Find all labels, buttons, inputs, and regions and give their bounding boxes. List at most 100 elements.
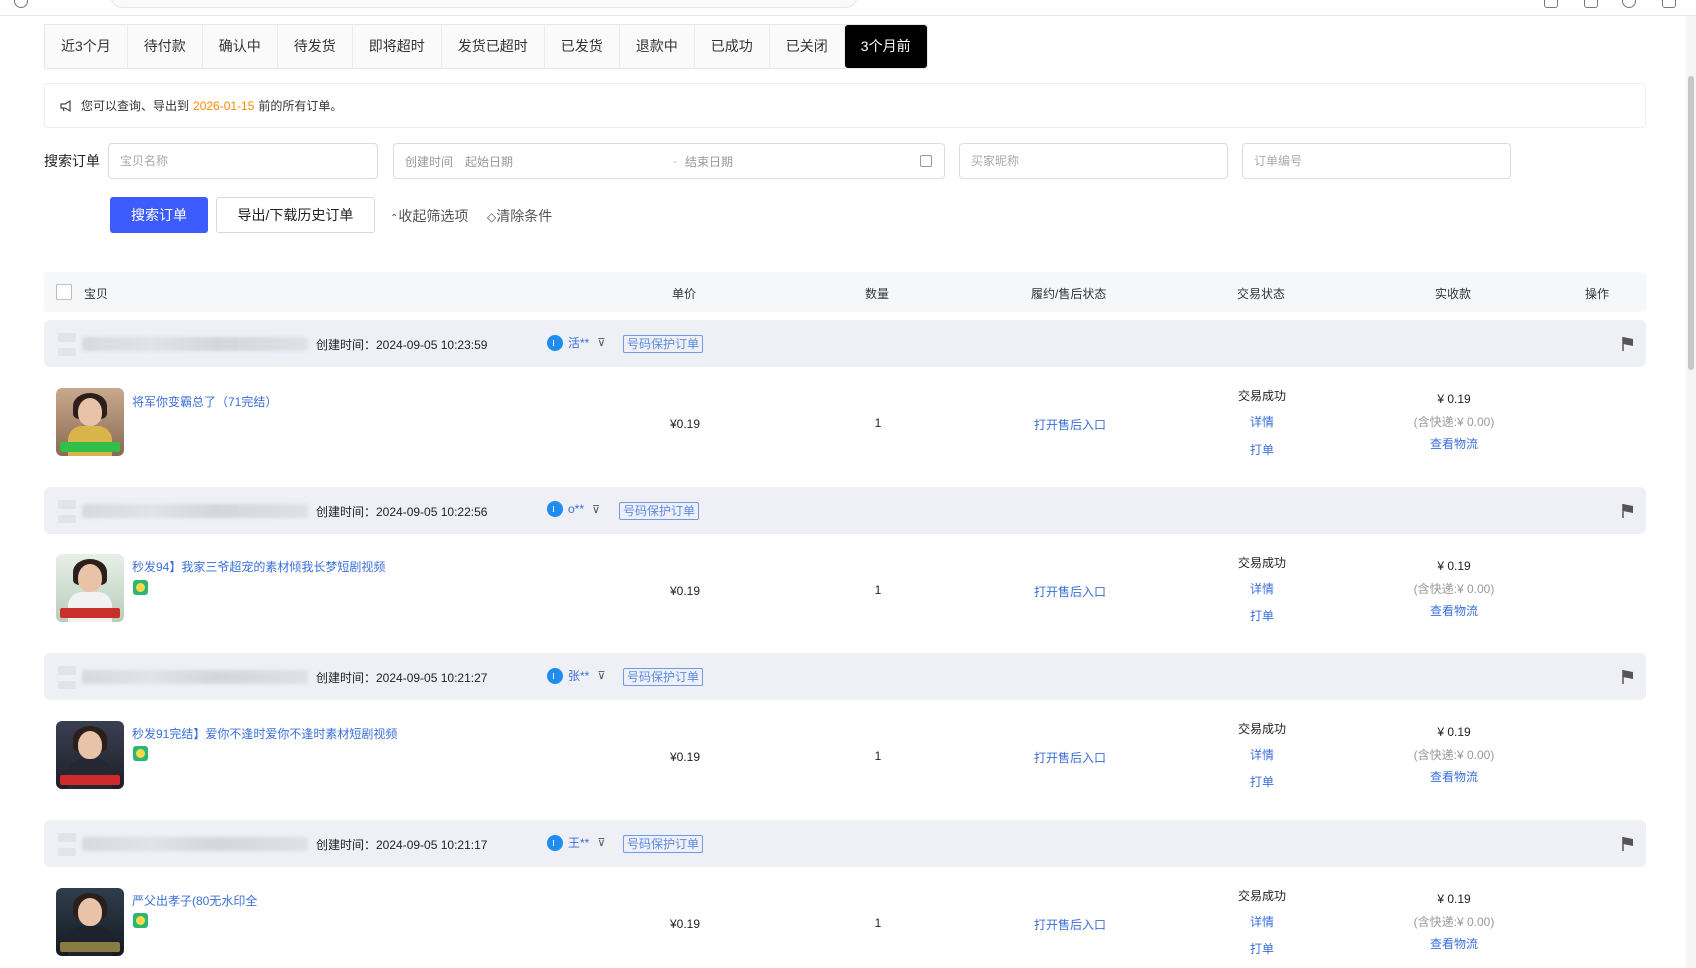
calendar-icon[interactable]	[1584, 0, 1598, 8]
chat-icon[interactable]	[1662, 0, 1676, 8]
flag-icon[interactable]	[1622, 669, 1634, 685]
export-notice: 您可以查询、导出到 2026-01-15 前的所有订单。	[44, 83, 1646, 128]
order-created-time: 创建时间：2024-09-05 10:21:17	[316, 838, 488, 852]
product-title-link[interactable]: 秒发94】我家三爷超宠的素材倾我长梦短剧视频	[132, 558, 385, 575]
open-after-sale-link[interactable]: 打开售后入口	[1034, 916, 1106, 933]
tab-refunding[interactable]: 退款中	[620, 25, 695, 68]
select-all-checkbox[interactable]	[56, 284, 72, 300]
wangwang-chat-icon[interactable]	[547, 501, 563, 517]
collapse-filters-link[interactable]: ⌃收起筛选项	[390, 206, 468, 226]
filter-icon[interactable]: ⊽	[597, 336, 605, 349]
open-after-sale-link[interactable]: 打开售后入口	[1034, 583, 1106, 600]
clear-conditions-link[interactable]: ◇清除条件	[487, 206, 552, 226]
order-number-field[interactable]	[1242, 143, 1511, 179]
order-select-blurred	[58, 848, 76, 856]
open-after-sale-link[interactable]: 打开售后入口	[1034, 749, 1106, 766]
tab-about-to-timeout[interactable]: 即将超时	[353, 25, 442, 68]
product-thumbnail[interactable]	[56, 554, 124, 622]
buyer-nickname-field[interactable]	[959, 143, 1228, 179]
view-logistics-link[interactable]: 查看物流	[1430, 935, 1478, 952]
scrollbar-thumb[interactable]	[1688, 76, 1694, 370]
tab-pending-payment[interactable]: 待付款	[128, 25, 203, 68]
flag-icon[interactable]	[1622, 836, 1634, 852]
calendar-icon[interactable]	[920, 155, 932, 167]
start-date-input[interactable]: 起始日期	[465, 153, 665, 170]
product-title-link[interactable]: 严父出孝子(80无水印全	[132, 892, 257, 909]
top-bar	[0, 0, 1696, 16]
help-icon[interactable]	[1622, 0, 1636, 8]
header-received-amount: 实收款	[1435, 287, 1472, 301]
product-service-badge-icon	[133, 580, 148, 595]
filter-icon[interactable]: ⊽	[592, 503, 600, 516]
print-order-link[interactable]: 打单	[1250, 773, 1274, 790]
buyer-nickname[interactable]: 张**	[568, 667, 589, 684]
view-logistics-link[interactable]: 查看物流	[1430, 602, 1478, 619]
order-header: 创建时间：2024-09-05 10:23:59 活** ⊽ 号码保护订单	[44, 320, 1646, 367]
view-logistics-link[interactable]: 查看物流	[1430, 435, 1478, 452]
order-detail-link[interactable]: 详情	[1250, 746, 1274, 763]
product-service-badge-icon	[133, 746, 148, 761]
buyer-info[interactable]: 王** ⊽	[547, 834, 605, 851]
message-icon[interactable]	[1544, 0, 1558, 8]
order-select-blurred	[58, 348, 76, 356]
buyer-nickname-input[interactable]	[971, 154, 1227, 168]
search-orders-button[interactable]: 搜索订单	[110, 197, 208, 233]
buyer-info[interactable]: o** ⊽	[547, 501, 600, 517]
flag-icon[interactable]	[1622, 336, 1634, 352]
tab-succeeded[interactable]: 已成功	[695, 25, 770, 68]
order-detail-link[interactable]: 详情	[1250, 580, 1274, 597]
trade-status: 交易成功	[1237, 389, 1287, 403]
product-thumbnail[interactable]	[56, 721, 124, 789]
product-thumbnail[interactable]	[56, 888, 124, 956]
order-select-blurred	[58, 333, 76, 342]
product-thumbnail[interactable]	[56, 388, 124, 456]
tab-pending-shipment[interactable]: 待发货	[278, 25, 353, 68]
product-title-link[interactable]: 将军你变霸总了（71完结）	[132, 393, 277, 410]
header-after-sale-status: 履约/售后状态	[1031, 287, 1107, 301]
buyer-info[interactable]: 活** ⊽	[547, 334, 605, 351]
print-order-link[interactable]: 打单	[1250, 441, 1274, 458]
tab-shipment-timeout[interactable]: 发货已超时	[442, 25, 545, 68]
notice-prefix: 您可以查询、导出到	[81, 99, 190, 113]
product-name-input[interactable]	[120, 154, 377, 168]
product-title-link[interactable]: 秒发91完结】爱你不逢时爱你不逢时素材短剧视频	[132, 725, 397, 742]
end-date-input[interactable]: 结束日期	[685, 153, 733, 170]
buyer-info[interactable]: 张** ⊽	[547, 667, 605, 684]
order-number-input[interactable]	[1254, 154, 1510, 168]
tab-shipped[interactable]: 已发货	[545, 25, 620, 68]
created-date-range[interactable]: 创建时间 起始日期 - 结束日期	[393, 143, 945, 179]
order-select-blurred	[58, 833, 76, 842]
filter-icon[interactable]: ⊽	[597, 669, 605, 682]
flag-icon[interactable]	[1622, 503, 1634, 519]
global-search-box[interactable]	[110, 0, 858, 8]
order-detail-link[interactable]: 详情	[1250, 913, 1274, 930]
wangwang-chat-icon[interactable]	[547, 667, 563, 684]
product-name-field[interactable]	[108, 143, 378, 179]
notice-date: 2026-01-15	[193, 98, 255, 113]
date-range-separator: -	[673, 154, 678, 168]
print-order-link[interactable]: 打单	[1250, 940, 1274, 957]
eraser-icon: ◇	[487, 210, 497, 224]
filter-icon[interactable]: ⊽	[597, 836, 605, 849]
open-after-sale-link[interactable]: 打开售后入口	[1034, 416, 1106, 433]
wangwang-chat-icon[interactable]	[547, 834, 563, 851]
buyer-nickname[interactable]: 活**	[568, 334, 589, 351]
order-select-blurred	[58, 515, 76, 523]
page-scrollbar[interactable]	[1686, 16, 1696, 968]
header-quantity: 数量	[865, 287, 890, 301]
tab-closed[interactable]: 已关闭	[770, 25, 845, 68]
unit-price: ¥0.19	[669, 750, 701, 764]
buyer-nickname[interactable]: 王**	[568, 834, 589, 851]
print-order-link[interactable]: 打单	[1250, 607, 1274, 624]
header-price: 单价	[672, 287, 697, 301]
export-history-button[interactable]: 导出/下载历史订单	[216, 197, 375, 233]
wangwang-chat-icon[interactable]	[547, 334, 563, 351]
tab-recent-3-months[interactable]: 近3个月	[45, 25, 128, 68]
view-logistics-link[interactable]: 查看物流	[1430, 768, 1478, 785]
trade-status: 交易成功	[1237, 556, 1287, 570]
tab-3-months-ago[interactable]: 3个月前	[844, 25, 927, 68]
buyer-nickname[interactable]: o**	[568, 502, 584, 516]
tab-confirming[interactable]: 确认中	[203, 25, 278, 68]
back-icon[interactable]	[14, 0, 28, 8]
order-detail-link[interactable]: 详情	[1250, 413, 1274, 430]
